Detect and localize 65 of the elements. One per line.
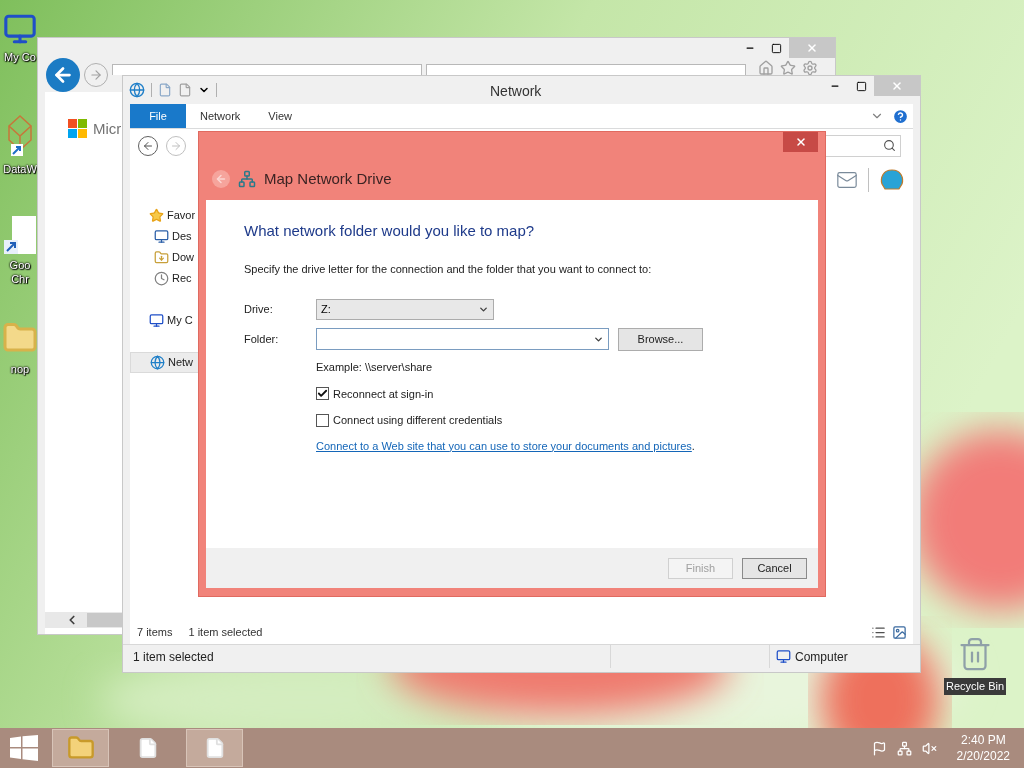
maximize-icon[interactable]	[770, 42, 782, 54]
star-icon	[149, 208, 164, 223]
star-icon[interactable]	[780, 60, 796, 76]
shell-icon[interactable]	[879, 168, 905, 192]
forward-arrow-icon[interactable]	[89, 68, 103, 82]
computer-icon	[3, 12, 37, 46]
network-icon[interactable]	[896, 740, 912, 756]
instruction-text: Specify the drive letter for the connection and the folder that you want to connect to:	[244, 261, 653, 277]
checkbox[interactable]	[316, 413, 329, 427]
network-icon	[129, 82, 145, 98]
checkbox-label[interactable]: Connect using different credentials	[333, 412, 503, 429]
item-count: 7 items	[137, 624, 173, 640]
ribbon-tab[interactable]: Network	[186, 104, 255, 128]
new-folder-icon[interactable]	[178, 83, 192, 97]
help-icon[interactable]	[892, 107, 909, 125]
web-site-link[interactable]: Connect to a Web site that you can use to store your documents and pictures	[316, 437, 692, 454]
drive-dropdown[interactable]: Z:	[316, 298, 494, 320]
monitor-icon	[154, 229, 169, 244]
settings-icon[interactable]	[802, 60, 818, 76]
folder-combo-field[interactable]	[316, 328, 609, 350]
clock-icon	[154, 271, 169, 286]
link-period: .	[691, 438, 695, 454]
download-folder-icon	[154, 250, 169, 265]
muted-speaker-icon[interactable]	[921, 740, 937, 756]
dialog-title: Map Network Drive	[264, 169, 392, 189]
home-icon[interactable]	[758, 60, 774, 76]
app-icon	[5, 114, 35, 158]
close-icon[interactable]	[794, 136, 807, 148]
large-icons-view-icon[interactable]	[892, 624, 907, 640]
back-button[interactable]	[46, 58, 80, 92]
ribbon-tab[interactable]: File	[130, 104, 186, 128]
selection-count: 1 item selected	[188, 624, 263, 640]
dialog-button[interactable]: Cancel	[742, 557, 807, 579]
status-bar-text: Computer	[795, 648, 848, 666]
example-text: Example: \\server\share	[316, 360, 434, 375]
network-icon	[150, 355, 165, 370]
network-drive-icon	[238, 170, 256, 189]
maximize-icon[interactable]	[855, 80, 867, 92]
folder-icon[interactable]	[66, 734, 95, 762]
checkbox-label[interactable]: Reconnect at sign-in	[333, 385, 434, 402]
properties-icon[interactable]	[158, 83, 172, 97]
ribbon-tab[interactable]: View	[254, 104, 306, 128]
field-label: Drive:	[244, 301, 274, 317]
address-field[interactable]	[426, 64, 746, 75]
status-bar-text: 1 item selected	[132, 648, 214, 666]
mail-icon[interactable]	[836, 169, 858, 191]
window-title: Network	[490, 82, 542, 101]
computer-icon	[776, 649, 791, 664]
details-view-icon[interactable]	[871, 624, 886, 640]
dialog-heading: What network folder would you like to map?	[244, 221, 536, 241]
horizontal-scrollbar[interactable]	[45, 612, 122, 628]
page-logo-text: Micr	[93, 119, 122, 139]
computer-icon	[149, 313, 164, 328]
search-icon[interactable]	[883, 139, 896, 152]
field-label: Folder:	[244, 331, 280, 347]
taskbar-app-button[interactable]	[52, 729, 109, 767]
start-button[interactable]	[10, 735, 38, 761]
desktop-icon-label[interactable]: Recycle Bin	[943, 678, 1007, 695]
browse-button[interactable]: Browse...	[618, 327, 703, 351]
windows-logo-icon	[68, 119, 88, 140]
flag-icon[interactable]	[871, 740, 887, 756]
close-button[interactable]	[783, 132, 818, 152]
address-field[interactable]	[112, 64, 422, 75]
checkbox[interactable]	[316, 387, 329, 401]
taskbar-app-button[interactable]	[186, 729, 243, 767]
